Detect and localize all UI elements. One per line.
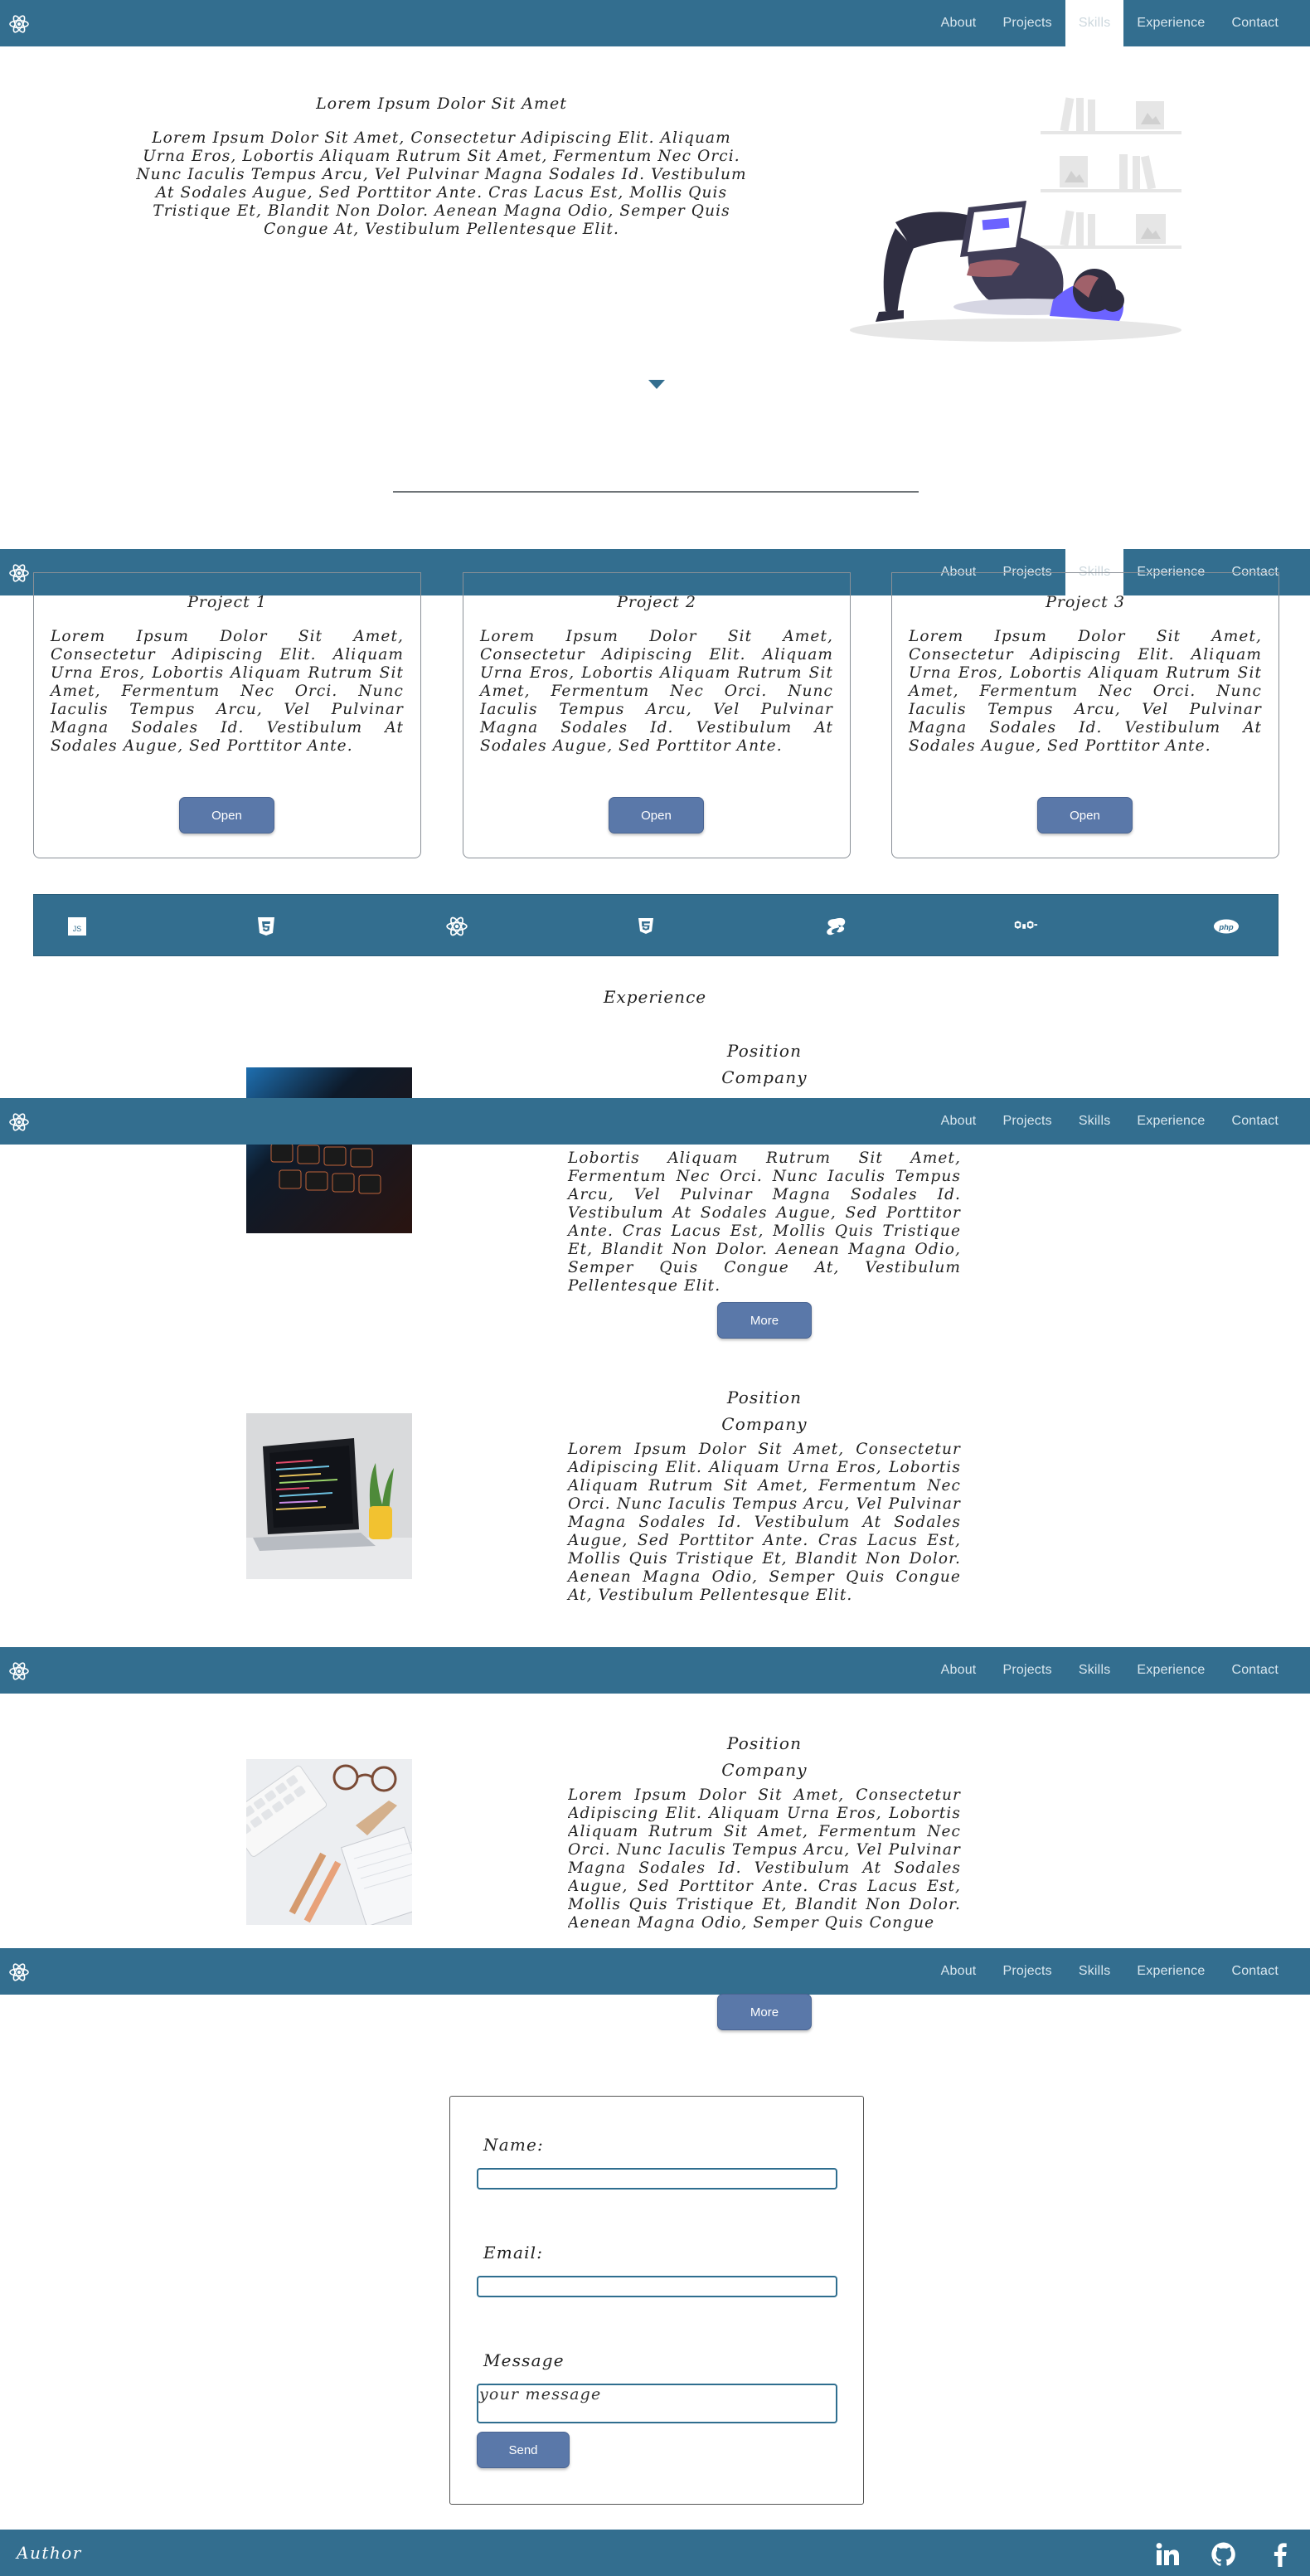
nav-skills[interactable]: Skills bbox=[1065, 0, 1124, 46]
experience-description: Lorem Ipsum Dolor Sit Amet, Consectetur … bbox=[568, 1441, 961, 1604]
react-icon bbox=[444, 913, 470, 940]
nav-about[interactable]: About bbox=[928, 1948, 990, 1995]
message-label: Message bbox=[483, 2350, 565, 2370]
nav-contact[interactable]: Contact bbox=[1218, 1647, 1292, 1694]
sass-icon bbox=[823, 913, 850, 940]
nav-projects[interactable]: Projects bbox=[989, 1948, 1065, 1995]
keyboard-photo bbox=[246, 1067, 412, 1233]
linkedin-icon[interactable] bbox=[1154, 2541, 1181, 2568]
hero-text: Lorem Ipsum Dolor Sit Amet, Consectetur … bbox=[136, 129, 747, 238]
github-icon[interactable] bbox=[1211, 2541, 1237, 2568]
react-atom-icon[interactable] bbox=[8, 1961, 30, 1983]
desk-photo bbox=[246, 1759, 412, 1925]
nav-projects[interactable]: Projects bbox=[989, 1647, 1065, 1694]
nav-experience[interactable]: Experience bbox=[1123, 0, 1218, 46]
contact-form: Name: Email: Message your message Send bbox=[449, 2096, 864, 2505]
name-field[interactable] bbox=[477, 2168, 837, 2190]
nav-experience[interactable]: Experience bbox=[1123, 1647, 1218, 1694]
nav-skills[interactable]: Skills bbox=[1065, 1647, 1124, 1694]
project-title: Project 2 bbox=[617, 593, 696, 611]
experience-heading: Experience bbox=[603, 987, 707, 1007]
experience-company: Company bbox=[721, 1760, 808, 1780]
project-title: Project 1 bbox=[187, 593, 267, 611]
nav-bar: About Projects Skills Experience Contact bbox=[0, 1098, 1310, 1145]
svg-text:php: php bbox=[1218, 922, 1233, 931]
more-button[interactable]: More bbox=[717, 1994, 812, 2030]
message-textarea[interactable]: your message bbox=[477, 2384, 837, 2423]
css3-icon bbox=[633, 913, 659, 940]
experience-position: Position bbox=[726, 1388, 803, 1407]
open-project-button[interactable]: Open bbox=[1037, 797, 1133, 834]
php-icon: php bbox=[1213, 913, 1240, 940]
open-project-button[interactable]: Open bbox=[609, 797, 704, 834]
project-description: Lorem Ipsum Dolor Sit Amet, Consectetur … bbox=[51, 628, 404, 755]
nav-experience[interactable]: Experience bbox=[1123, 1948, 1218, 1995]
experience-description: Lobortis Aliquam Rutrum Sit Amet, Fermen… bbox=[568, 1149, 961, 1295]
footer-author: Author bbox=[17, 2543, 82, 2563]
nav-skills[interactable]: Skills bbox=[1065, 1948, 1124, 1995]
project-description: Lorem Ipsum Dolor Sit Amet, Consectetur … bbox=[909, 628, 1262, 755]
person-with-laptop-illustration bbox=[850, 97, 1181, 342]
svg-text:JS: JS bbox=[73, 925, 82, 933]
project-card: Project 2 Lorem Ipsum Dolor Sit Amet, Co… bbox=[463, 572, 851, 858]
html5-icon bbox=[253, 913, 279, 940]
experience-position: Position bbox=[726, 1041, 803, 1061]
nav-skills[interactable]: Skills bbox=[1065, 1098, 1124, 1145]
project-card: Project 1 Lorem Ipsum Dolor Sit Amet, Co… bbox=[33, 572, 421, 858]
nav-contact[interactable]: Contact bbox=[1218, 1098, 1292, 1145]
nav-about[interactable]: About bbox=[928, 1647, 990, 1694]
scroll-down-arrow-icon[interactable] bbox=[648, 380, 665, 389]
nav-projects[interactable]: Projects bbox=[989, 0, 1065, 46]
nodejs-icon bbox=[1012, 913, 1039, 940]
nav-about[interactable]: About bbox=[928, 0, 990, 46]
javascript-icon: JS bbox=[64, 913, 90, 940]
nav-bar: About Projects Skills Experience Contact bbox=[0, 0, 1310, 46]
open-project-button[interactable]: Open bbox=[179, 797, 274, 834]
hero-title: Lorem Ipsum Dolor Sit Amet bbox=[316, 95, 567, 113]
project-description: Lorem Ipsum Dolor Sit Amet, Consectetur … bbox=[480, 628, 833, 755]
facebook-icon[interactable] bbox=[1267, 2541, 1293, 2568]
send-button[interactable]: Send bbox=[477, 2432, 570, 2468]
name-label: Name: bbox=[483, 2135, 544, 2155]
experience-position: Position bbox=[726, 1733, 803, 1753]
experience-company: Company bbox=[721, 1067, 808, 1087]
nav-contact[interactable]: Contact bbox=[1218, 1948, 1292, 1995]
more-button[interactable]: More bbox=[717, 1302, 812, 1339]
project-title: Project 3 bbox=[1046, 593, 1125, 611]
react-atom-icon[interactable] bbox=[8, 13, 30, 35]
nav-about[interactable]: About bbox=[928, 1098, 990, 1145]
experience-company: Company bbox=[721, 1414, 808, 1434]
experience-description: Lorem Ipsum Dolor Sit Amet, Consectetur … bbox=[568, 1786, 961, 1932]
nav-bar: About Projects Skills Experience Contact bbox=[0, 1948, 1310, 1995]
react-atom-icon[interactable] bbox=[8, 562, 30, 584]
react-atom-icon[interactable] bbox=[8, 1111, 30, 1133]
footer: Author bbox=[0, 2530, 1310, 2576]
nav-projects[interactable]: Projects bbox=[989, 1098, 1065, 1145]
nav-experience[interactable]: Experience bbox=[1123, 1098, 1218, 1145]
email-label: Email: bbox=[483, 2243, 544, 2263]
email-field[interactable] bbox=[477, 2276, 837, 2297]
project-card: Project 3 Lorem Ipsum Dolor Sit Amet, Co… bbox=[891, 572, 1279, 858]
section-divider bbox=[393, 491, 919, 493]
nav-contact[interactable]: Contact bbox=[1218, 0, 1292, 46]
skills-bar: JS php bbox=[33, 894, 1278, 956]
react-atom-icon[interactable] bbox=[8, 1660, 30, 1682]
nav-bar: About Projects Skills Experience Contact bbox=[0, 1647, 1310, 1694]
laptop-photo bbox=[246, 1413, 412, 1579]
